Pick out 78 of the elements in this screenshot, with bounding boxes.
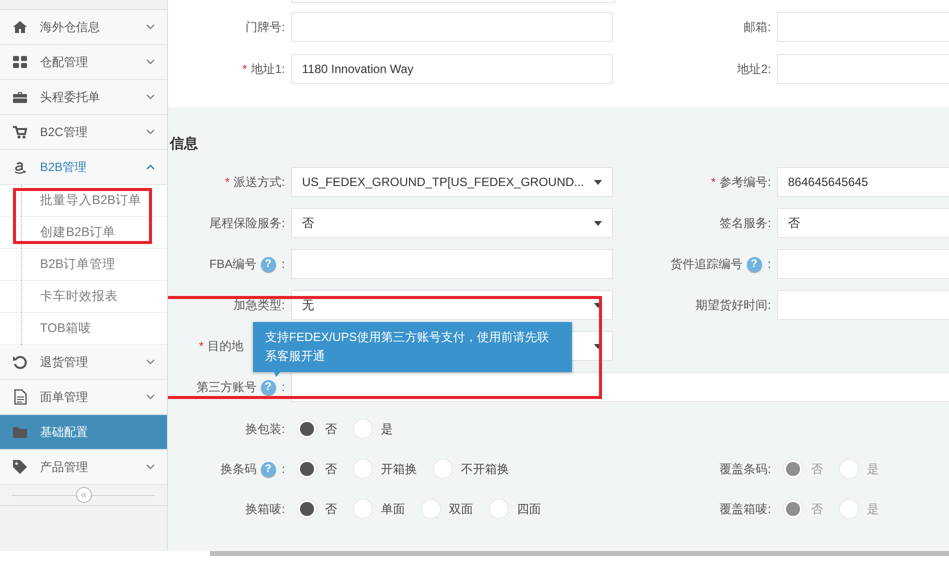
input-field[interactable] [291, 372, 949, 402]
sidebar-item[interactable]: 头程委托单 [0, 80, 167, 115]
colon: : [768, 257, 771, 271]
section-title: 信息 [168, 134, 199, 151]
briefcase-icon [12, 89, 28, 105]
sidebar-item[interactable]: 基础配置 [0, 415, 167, 450]
logo-icon [12, 159, 28, 175]
home-icon [12, 19, 28, 35]
required-mark: * [199, 339, 204, 353]
scrollbar[interactable] [210, 551, 949, 556]
sidebar-item[interactable]: 产品管理 [0, 450, 167, 485]
field-label: 邮箱: [744, 18, 771, 36]
field-label: 换箱唛: [246, 500, 285, 518]
field-label: 地址1: [250, 60, 285, 78]
cart-icon [12, 124, 28, 140]
radio-option[interactable]: 否 [297, 459, 337, 479]
field-label: 地址2: [736, 60, 771, 78]
field-label: 门牌号: [246, 18, 285, 36]
field-label: 覆盖箱唛: [720, 500, 771, 518]
radio-option[interactable]: 开箱换 [353, 459, 417, 479]
input-field[interactable] [777, 12, 949, 42]
sidebar-item[interactable]: 面单管理 [0, 380, 167, 415]
field-label: 目的地 [208, 338, 244, 354]
caret-icon [594, 220, 602, 226]
sidebar-item[interactable]: 退货管理 [0, 345, 167, 380]
radio-option[interactable]: 否 [297, 419, 337, 439]
required-mark: * [224, 175, 230, 189]
field-label: 签名服务: [720, 214, 771, 232]
sidebar-item[interactable]: 海外仓信息 [0, 10, 167, 45]
sidebar-item[interactable]: B2C管理 [0, 115, 167, 150]
tag-icon [12, 459, 28, 475]
input-field[interactable] [291, 249, 613, 279]
field-label: 加急类型: [234, 296, 285, 314]
document-icon [12, 389, 28, 405]
radio-option[interactable]: 否 [297, 499, 337, 519]
radio-option[interactable]: 双面 [421, 499, 473, 519]
input-field[interactable] [777, 290, 949, 320]
field-label: 第三方账号 [196, 378, 257, 396]
input-field[interactable] [291, 12, 613, 42]
colon: : [282, 462, 285, 476]
submenu-item[interactable]: 卡车时效报表 [0, 281, 167, 313]
undo-icon [12, 354, 28, 370]
colon: : [282, 380, 285, 394]
field-label: FBA编号 [209, 256, 257, 272]
tooltip-pointer [273, 369, 283, 377]
radio-button[interactable] [297, 499, 317, 519]
input-field[interactable]: 864645645645 [777, 167, 949, 197]
required-mark: * [710, 175, 716, 189]
required-mark: * [242, 62, 247, 76]
submenu-item[interactable]: B2B订单管理 [0, 249, 167, 281]
field-label: 换包装: [246, 420, 285, 438]
caret-icon [594, 180, 602, 184]
radio-button[interactable] [297, 419, 317, 439]
field-label: 覆盖条码: [720, 460, 771, 478]
radio-option[interactable]: 四面 [489, 499, 541, 519]
radio-button[interactable] [297, 459, 317, 479]
input-field[interactable]: 1180 Innovation Way [291, 54, 613, 84]
field-label: 参考编号: [720, 174, 771, 190]
radio-option[interactable]: 单面 [353, 499, 405, 519]
folder-icon [12, 424, 28, 440]
sidebar-item[interactable]: 仓配管理 [0, 45, 167, 80]
sidebar-item[interactable]: B2B管理 [0, 150, 167, 185]
radio-option[interactable]: 是 [353, 419, 393, 439]
field-label: 期望货好时间: [696, 296, 771, 314]
input-field[interactable] [777, 249, 949, 279]
tooltip: 支持FEDEX/UPS使用第三方账号支付，使用前请先联系客服开通 [253, 322, 572, 372]
colon: : [282, 257, 285, 271]
input-field[interactable]: 否 [777, 208, 949, 238]
field-label: 货件追踪编号 [670, 256, 743, 272]
radio-option[interactable]: 不开箱换 [433, 459, 509, 479]
select-field[interactable]: 否 [291, 208, 613, 238]
select-field[interactable]: US_FEDEX_GROUND_TP[US_FEDEX_GROUND... [291, 167, 613, 197]
field-label: 换条码 [220, 460, 257, 478]
grid-icon [12, 54, 28, 70]
field-label: 派送方式: [234, 174, 285, 190]
input-field[interactable] [777, 54, 949, 84]
field-label: 尾程保险服务: [210, 214, 285, 232]
select-field[interactable]: 无 [291, 290, 613, 320]
